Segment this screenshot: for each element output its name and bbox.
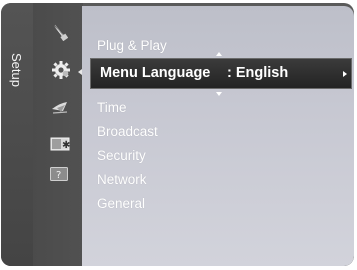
satellite-dish-icon[interactable]	[51, 99, 69, 115]
menu-language-value: : English	[227, 65, 289, 81]
support-question-glyph: ?	[56, 170, 61, 181]
menu-item-plug-and-play[interactable]: Plug & Play	[97, 38, 167, 53]
scroll-down-arrow-icon[interactable]	[216, 92, 222, 96]
setup-section-title: Setup	[9, 53, 24, 87]
tv-osd-menu: Setup ✱ ? Plug & Play Menu Language: En…	[1, 3, 354, 266]
channel-icon[interactable]: ✱	[50, 136, 70, 152]
menu-language-label: Menu Language	[100, 65, 211, 81]
svg-text:✱: ✱	[62, 140, 70, 151]
chevron-right-icon[interactable]	[343, 71, 347, 77]
support-question-icon[interactable]: ?	[50, 167, 68, 181]
setup-gear-icon[interactable]	[51, 60, 71, 80]
setup-side-tab[interactable]: Setup	[1, 3, 33, 266]
menu-item-general[interactable]: General	[97, 196, 145, 211]
menu-item-security[interactable]: Security	[97, 148, 146, 163]
scroll-up-arrow-icon[interactable]	[216, 52, 222, 56]
menu-item-menu-language[interactable]: Menu Language : English	[90, 58, 352, 89]
menu-item-broadcast[interactable]: Broadcast	[97, 124, 158, 139]
menu-item-time[interactable]: Time	[97, 100, 127, 115]
menu-item-network[interactable]: Network	[97, 172, 147, 187]
category-icon-column: ✱ ?	[33, 3, 83, 266]
setup-menu-panel: Plug & Play Menu Language : English Time…	[82, 6, 354, 266]
picture-icon[interactable]	[52, 23, 68, 41]
